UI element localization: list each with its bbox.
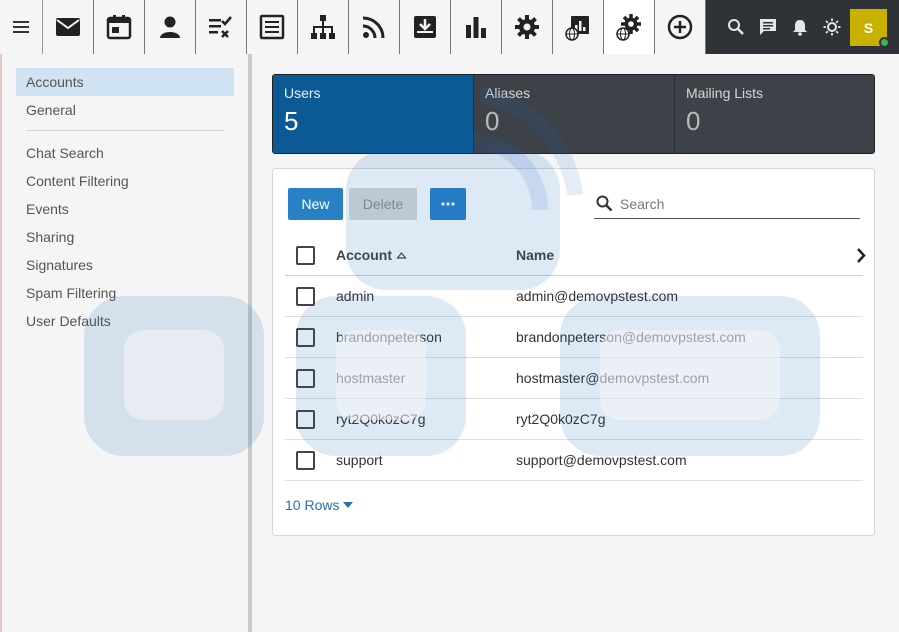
sidebar-item-chat-search[interactable]: Chat Search: [16, 139, 234, 167]
chat-icon[interactable]: [752, 0, 784, 54]
sidebar-item-accounts[interactable]: Accounts: [16, 68, 234, 96]
column-header-account[interactable]: Account: [336, 235, 392, 276]
cell-account: ryt2Q0k0zC7g: [336, 411, 426, 427]
ellipsis-icon: [441, 202, 455, 206]
plus-circle-icon[interactable]: [655, 0, 706, 54]
inbox-download-icon[interactable]: [400, 0, 451, 54]
stat-mailing-lists[interactable]: Mailing Lists 0: [675, 75, 874, 153]
top-bar: S: [0, 0, 899, 54]
stat-label: Aliases: [485, 85, 531, 101]
notes-icon[interactable]: [247, 0, 298, 54]
tasks-check-icon[interactable]: [196, 0, 247, 54]
select-all-checkbox[interactable]: [296, 246, 315, 265]
rows-per-page-label: 10 Rows: [285, 497, 340, 513]
cell-account: hostmaster: [336, 370, 406, 386]
search-box: [594, 189, 860, 219]
table-row[interactable]: support support@demovpstest.com: [285, 440, 863, 481]
cell-name: admin@demovpstest.com: [516, 288, 679, 304]
sidebar-item-user-defaults[interactable]: User Defaults: [16, 307, 234, 335]
globe-report-icon[interactable]: [553, 0, 604, 54]
cell-account: brandonpeterson: [336, 329, 442, 345]
app-switcher: [43, 0, 706, 54]
cell-name: ryt2Q0k0zC7g: [516, 411, 606, 427]
row-checkbox[interactable]: [296, 287, 315, 306]
delete-button[interactable]: Delete: [349, 188, 417, 220]
caret-down-icon: [343, 502, 354, 508]
stat-label: Users: [284, 85, 321, 101]
table-row[interactable]: admin admin@demovpstest.com: [285, 276, 863, 317]
sidebar-item-signatures[interactable]: Signatures: [16, 251, 234, 279]
sidebar-item-events[interactable]: Events: [16, 195, 234, 223]
table-row[interactable]: brandonpeterson brandonpeterson@demovpst…: [285, 317, 863, 358]
rows-per-page-select[interactable]: 10 Rows: [285, 497, 354, 513]
accounts-panel: New Delete Account Name admin admin@demo…: [272, 168, 875, 536]
brightness-icon[interactable]: [816, 0, 848, 54]
person-icon[interactable]: [145, 0, 196, 54]
globe-gear-icon[interactable]: [604, 0, 655, 54]
chevron-right-icon[interactable]: [855, 247, 867, 264]
table-row[interactable]: hostmaster hostmaster@demovpstest.com: [285, 358, 863, 399]
stat-label: Mailing Lists: [686, 85, 764, 101]
search-icon: [596, 195, 613, 212]
cell-name: support@demovpstest.com: [516, 452, 687, 468]
cell-name: brandonpeterson@demovpstest.com: [516, 329, 746, 345]
column-header-name[interactable]: Name: [516, 235, 554, 276]
org-chart-icon[interactable]: [298, 0, 349, 54]
row-checkbox[interactable]: [296, 451, 315, 470]
header-tools: [720, 0, 848, 54]
online-status-dot: [879, 37, 890, 48]
avatar-initial: S: [863, 19, 874, 36]
table-row[interactable]: ryt2Q0k0zC7g ryt2Q0k0zC7g: [285, 399, 863, 440]
hamburger-menu-icon[interactable]: [0, 0, 43, 54]
sidebar-item-sharing[interactable]: Sharing: [16, 223, 234, 251]
sidebar-item-spam-filtering[interactable]: Spam Filtering: [16, 279, 234, 307]
table-header: Account Name: [285, 235, 866, 276]
cell-account: admin: [336, 288, 375, 304]
new-button[interactable]: New: [288, 188, 343, 220]
gear-icon[interactable]: [502, 0, 553, 54]
row-checkbox[interactable]: [296, 328, 315, 347]
stat-count: 0: [686, 106, 701, 136]
more-button[interactable]: [430, 188, 466, 220]
stat-count: 0: [485, 106, 500, 136]
envelope-icon[interactable]: [43, 0, 94, 54]
bell-icon[interactable]: [784, 0, 816, 54]
search-input[interactable]: [620, 193, 850, 215]
row-checkbox[interactable]: [296, 410, 315, 429]
stats-bar: Users 5 Aliases 0 Mailing Lists 0: [272, 74, 875, 154]
stat-users[interactable]: Users 5: [273, 75, 474, 153]
cell-account: support: [336, 452, 383, 468]
calendar-icon[interactable]: [94, 0, 145, 54]
search-icon[interactable]: [720, 0, 752, 54]
sidebar-item-content-filtering[interactable]: Content Filtering: [16, 167, 234, 195]
stat-aliases[interactable]: Aliases 0: [474, 75, 675, 153]
sidebar-item-general[interactable]: General: [16, 96, 234, 124]
sort-ascending-icon[interactable]: [396, 250, 407, 261]
rss-icon[interactable]: [349, 0, 400, 54]
bar-chart-icon[interactable]: [451, 0, 502, 54]
row-checkbox[interactable]: [296, 369, 315, 388]
stat-count: 5: [284, 106, 299, 136]
cell-name: hostmaster@demovpstest.com: [516, 370, 710, 386]
sidebar-divider: [26, 130, 224, 131]
